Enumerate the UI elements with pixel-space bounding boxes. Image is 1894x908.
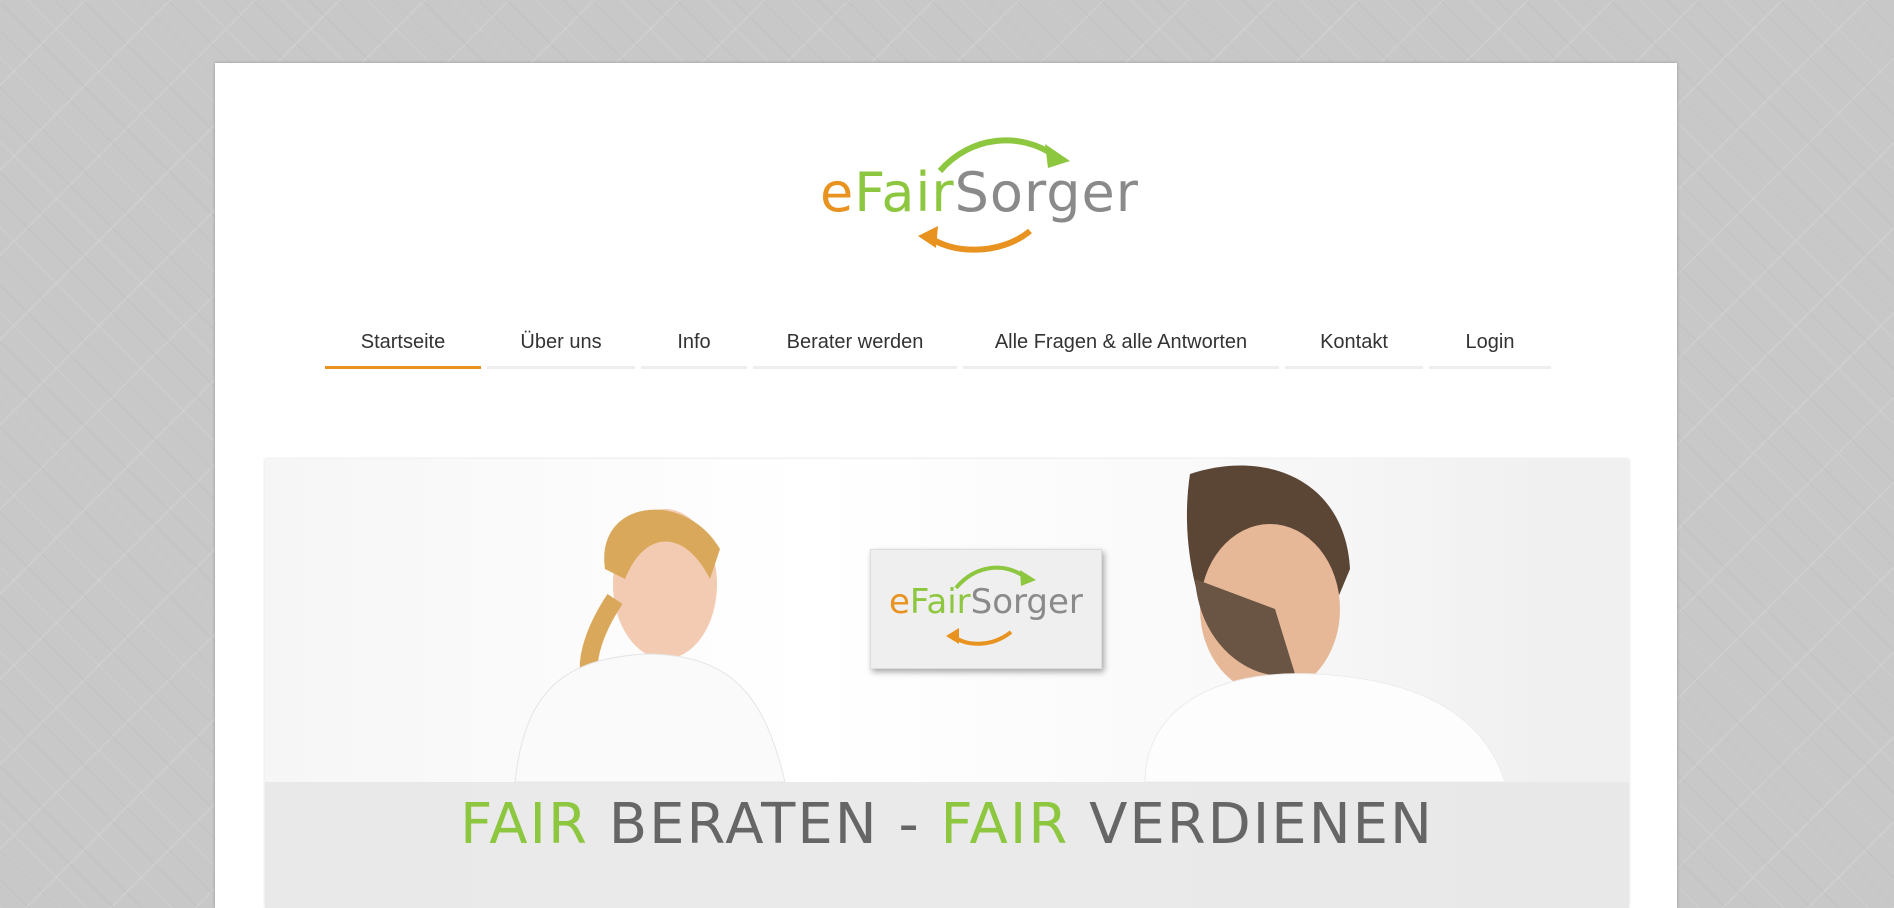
nav-item-kontakt[interactable]: Kontakt (1285, 318, 1423, 369)
main-nav: Startseite Über uns Info Berater werden … (325, 318, 1551, 369)
site-logo[interactable]: eFairSorger (820, 126, 1150, 256)
hero-banner: eFairSorger FAIR BERATEN - FAIR VERDIENE… (265, 459, 1629, 908)
logo-wordmark: eFairSorger (820, 166, 1139, 220)
headline-verdienen: VERDIENEN (1069, 792, 1434, 857)
hero-headline: FAIR BERATEN - FAIR VERDIENEN (265, 782, 1629, 857)
nav-item-alle-fragen[interactable]: Alle Fragen & alle Antworten (963, 318, 1279, 369)
card-text-sorger: Sorger (970, 582, 1083, 622)
card-wordmark: eFairSorger (889, 585, 1083, 619)
logo-text-e: e (820, 161, 855, 224)
hero-logo-card: eFairSorger (870, 549, 1102, 669)
nav-item-login[interactable]: Login (1429, 318, 1551, 369)
nav-item-ueber-uns[interactable]: Über uns (487, 318, 635, 369)
page-container: eFairSorger Startseite Über uns Info Ber… (215, 63, 1677, 908)
logo-text-fair: Fair (854, 161, 955, 224)
logo-text-sorger: Sorger (954, 161, 1139, 224)
card-text-fair: Fair (909, 582, 971, 622)
nav-item-startseite[interactable]: Startseite (325, 318, 481, 369)
headline-fair-2: FAIR (940, 792, 1070, 857)
headline-beraten: BERATEN - (588, 792, 941, 857)
card-text-e: e (889, 582, 910, 622)
nav-item-berater-werden[interactable]: Berater werden (753, 318, 957, 369)
headline-fair-1: FAIR (460, 792, 589, 857)
nav-item-info[interactable]: Info (641, 318, 747, 369)
hero-caption: FAIR BERATEN - FAIR VERDIENEN (265, 782, 1629, 908)
